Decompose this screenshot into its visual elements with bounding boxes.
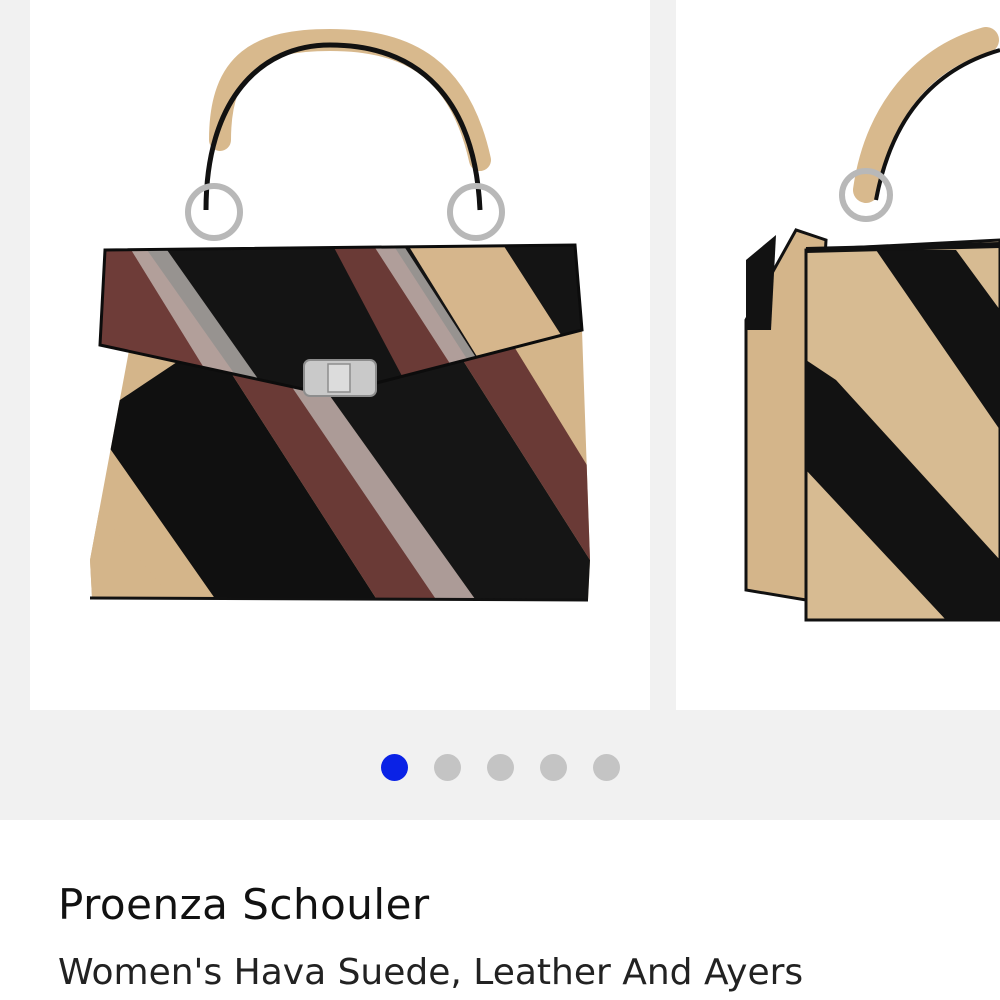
pagination-dot-4[interactable] (540, 754, 567, 781)
pagination-dot-5[interactable] (593, 754, 620, 781)
handbag-side-illustration (744, 27, 1000, 622)
pagination-dot-1[interactable] (381, 754, 408, 781)
product-image-front[interactable] (30, 0, 650, 710)
product-image-side[interactable] (676, 0, 1000, 710)
handbag-front-illustration (89, 28, 590, 602)
product-title: Women's Hava Suede, Leather And Ayers (58, 952, 804, 993)
pagination-dot-3[interactable] (487, 754, 514, 781)
product-brand[interactable]: Proenza Schouler (58, 880, 430, 929)
pagination-dot-2[interactable] (434, 754, 461, 781)
product-image-gallery[interactable] (0, 0, 1000, 820)
